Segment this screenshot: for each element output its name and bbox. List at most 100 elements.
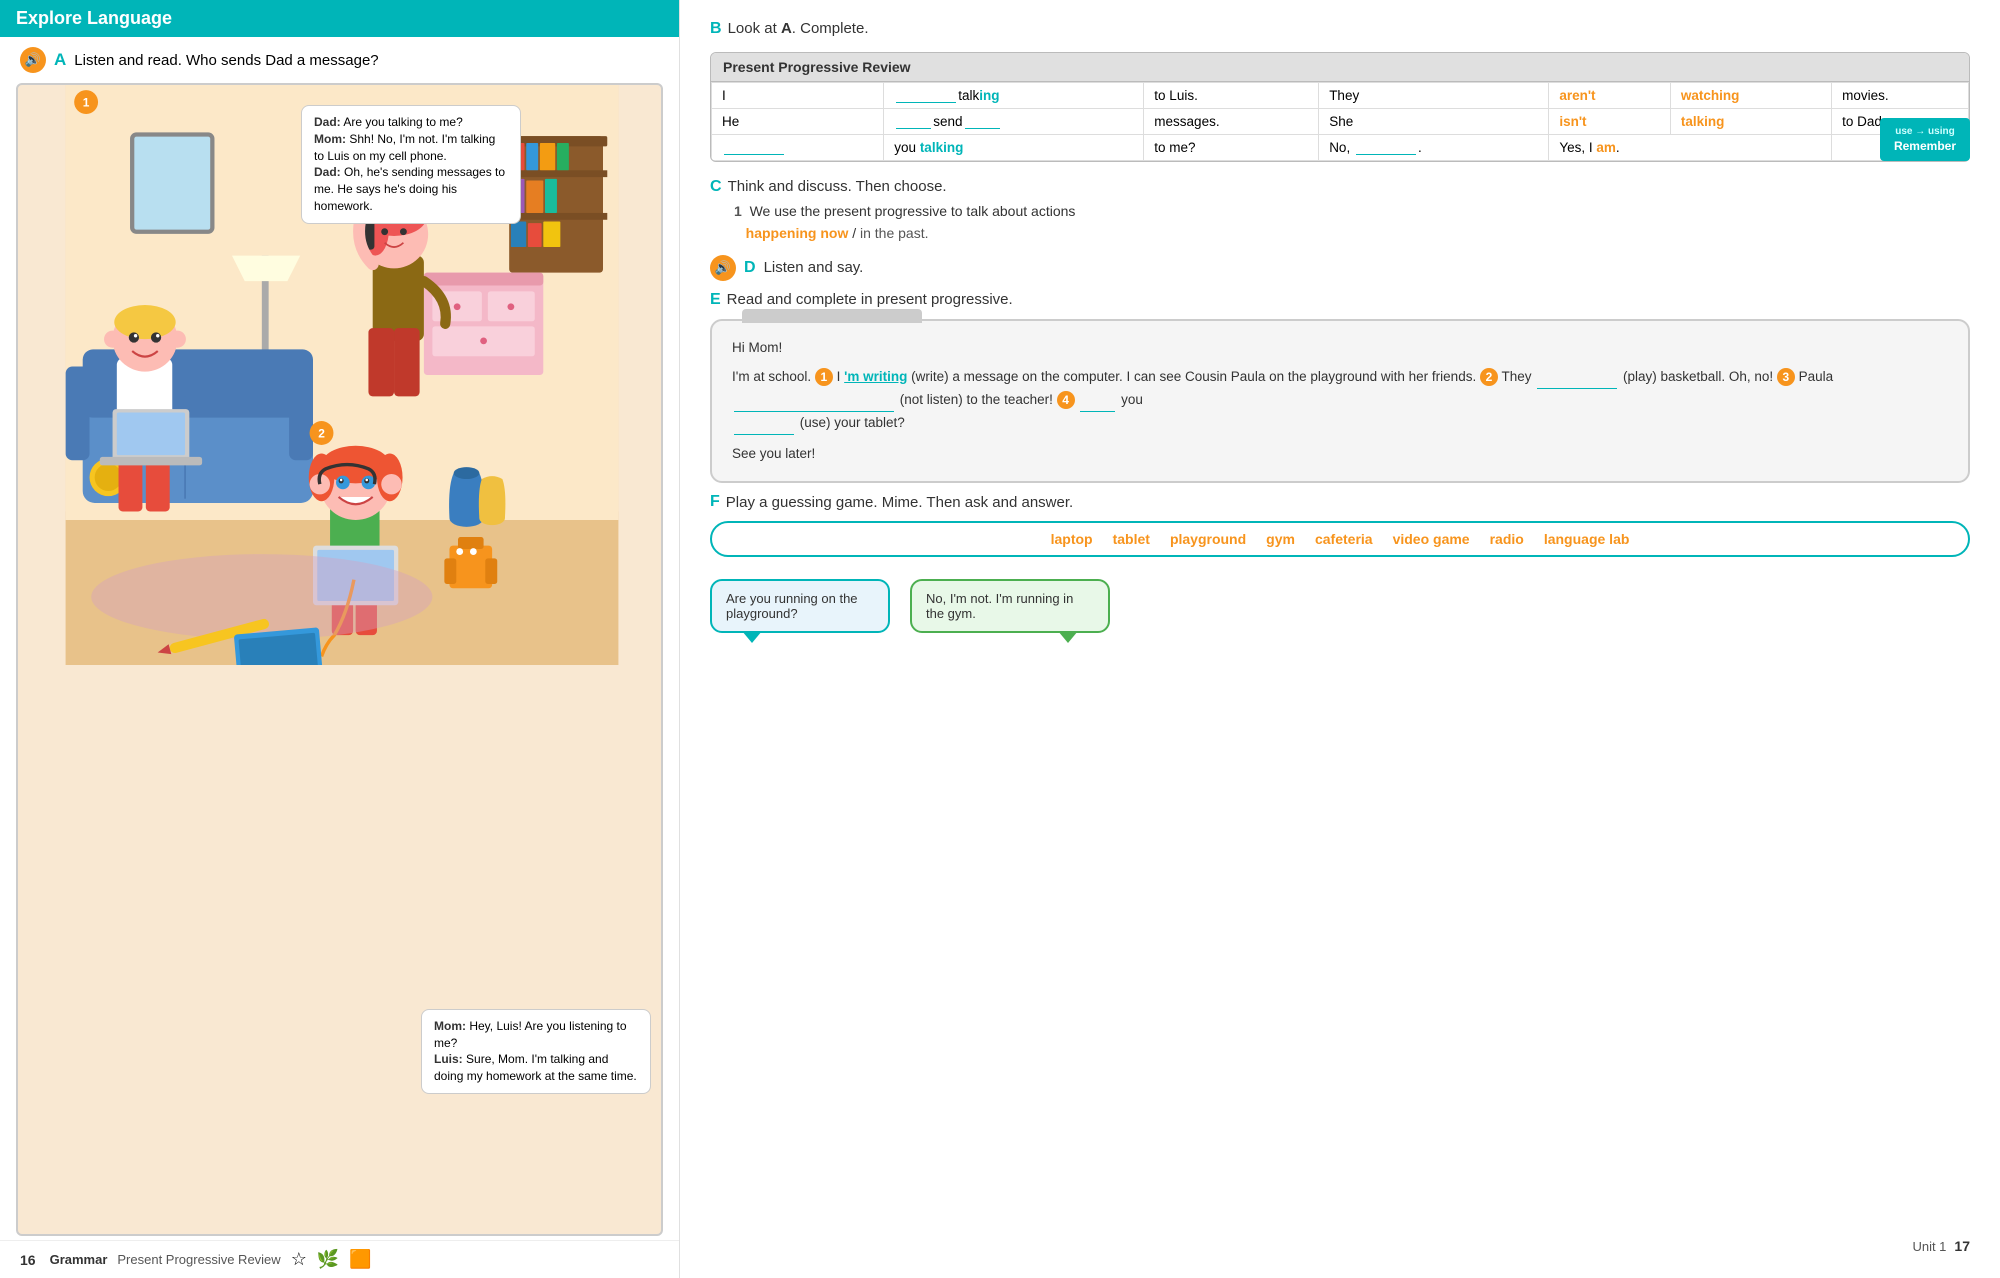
cell-r1c2: talking: [884, 83, 1144, 109]
grammar-table: Present Progressive Review I talking to …: [710, 52, 1970, 162]
dialogue-box-2: Mom: Hey, Luis! Are you listening to me?…: [421, 1009, 651, 1094]
cell-r3c2: you talking: [884, 135, 1144, 161]
write-hint: (write) a message on the computer. I can…: [911, 369, 1480, 384]
cell-r2c6: talking: [1670, 109, 1831, 135]
question-text: Are you running on the playground?: [726, 591, 858, 621]
question-bubble: Are you running on the playground?: [710, 579, 890, 633]
remember-badge: use → using Remember: [1880, 118, 1970, 161]
cell-r1c6: watching: [1670, 83, 1831, 109]
blank-play: [1537, 388, 1617, 389]
section-a-instruction: Listen and read. Who sends Dad a message…: [74, 52, 378, 69]
cell-r3c5: Yes, I am.: [1549, 135, 1832, 161]
email-box: Hi Mom! I'm at school. 1 I 'm writing (w…: [710, 319, 1970, 484]
blank-no: [1356, 154, 1416, 155]
section-a: 🔊 A Listen and read. Who sends Dad a mes…: [0, 37, 679, 79]
svg-text:1: 1: [83, 95, 90, 109]
cell-r3c4: No, .: [1319, 135, 1549, 161]
email-signoff: See you later!: [732, 443, 1948, 466]
section-b-instruction: Look at A. Complete.: [728, 20, 869, 37]
audio-icon-d[interactable]: 🔊: [710, 255, 736, 281]
blank-1: [896, 102, 956, 103]
right-page: B Look at A. Complete. Present Progressi…: [680, 0, 2000, 1278]
right-bottom-bar: Unit 1 17: [710, 1234, 1970, 1258]
word-gym: gym: [1266, 531, 1295, 547]
paula-text: Paula: [1799, 369, 1834, 384]
cell-r1c5: aren't: [1549, 83, 1671, 109]
num-badge-4: 4: [1057, 391, 1075, 409]
speech-bubbles-row: Are you running on the playground? No, I…: [710, 579, 1970, 633]
word-cafeteria: cafeteria: [1315, 531, 1373, 547]
section-c-text: We use the present progressive to talk a…: [750, 203, 1076, 219]
remember-label: Remember: [1894, 139, 1956, 153]
section-c-instruction: Think and discuss. Then choose.: [728, 178, 947, 195]
section-f-instruction: Play a guessing game. Mime. Then ask and…: [726, 494, 1073, 511]
cell-r2c4: She: [1319, 109, 1549, 135]
section-d-label: D: [744, 259, 756, 277]
section-e-instruction: Read and complete in present progressive…: [727, 291, 1013, 308]
item-1-number: 1: [734, 203, 742, 219]
section-c-header: C Think and discuss. Then choose.: [710, 178, 1970, 196]
blank-use: [734, 434, 794, 435]
email-body: I'm at school. 1 I 'm writing (write) a …: [732, 366, 1948, 435]
talking-cell: talking: [920, 140, 964, 155]
email-line1: I'm at school.: [732, 369, 815, 384]
play-hint: (play) basketball. Oh, no!: [1623, 369, 1777, 384]
dad-label-2: Dad:: [314, 165, 341, 179]
cell-r2c2: send: [884, 109, 1144, 135]
grammar-table-body: I talking to Luis. They aren't watching …: [711, 82, 1969, 161]
in-the-past-option[interactable]: in the past.: [860, 225, 929, 241]
blank-2: [896, 128, 931, 129]
word-laptop: laptop: [1051, 531, 1093, 547]
email-greeting: Hi Mom!: [732, 337, 1948, 360]
word-video-game: video game: [1393, 531, 1470, 547]
grammar-label: Grammar: [50, 1252, 108, 1267]
section-f-label: F: [710, 493, 720, 511]
section-e-header: E Read and complete in present progressi…: [710, 291, 1970, 309]
star-icon: ☆: [291, 1249, 307, 1270]
blank-3a: [724, 154, 784, 155]
section-d: 🔊 D Listen and say.: [710, 255, 1970, 281]
am-text: am: [1596, 140, 1616, 155]
main-container: Explore Language 🔊 A Listen and read. Wh…: [0, 0, 2000, 1278]
section-a-label: A: [54, 50, 66, 70]
comic-panel: >: [16, 83, 663, 1236]
dialogue-box-1: Dad: Are you talking to me? Mom: Shh! No…: [301, 105, 521, 224]
happening-now-option[interactable]: happening now: [746, 225, 849, 241]
im-writing: I: [837, 369, 841, 384]
cell-r3c3: to me?: [1144, 135, 1319, 161]
use-hint: (use) your tablet?: [800, 415, 905, 430]
cell-r3c1: [712, 135, 884, 161]
page-number-left: 16: [20, 1252, 36, 1268]
table-row: you talking to me? No, . Yes, I am.: [712, 135, 1969, 161]
word-radio: radio: [1490, 531, 1524, 547]
blank-notlisten: [734, 411, 894, 412]
mom-label-2: Mom:: [434, 1019, 466, 1033]
cell-r2c3: messages.: [1144, 109, 1319, 135]
word-bank: laptop tablet playground gym cafeteria v…: [710, 521, 1970, 557]
dad-label-1: Dad:: [314, 115, 341, 129]
audio-icon-a[interactable]: 🔊: [20, 47, 46, 73]
page-number-right: 17: [1954, 1238, 1970, 1254]
they-text: They: [1501, 369, 1535, 384]
blank-send: [965, 128, 1000, 129]
section-b-header: B Look at A. Complete.: [710, 20, 1970, 38]
section-c-content: 1 We use the present progressive to talk…: [710, 200, 1970, 245]
unit-label: Unit 1: [1912, 1239, 1946, 1254]
cell-r1c4: They: [1319, 83, 1549, 109]
writing-underline: 'm writing: [844, 369, 907, 384]
cell-r2c1: He: [712, 109, 884, 135]
left-page: Explore Language 🔊 A Listen and read. Wh…: [0, 0, 680, 1278]
num-badge-2: 2: [1480, 368, 1498, 386]
section-f-header: F Play a guessing game. Mime. Then ask a…: [710, 493, 1970, 511]
section-c-label: C: [710, 178, 722, 196]
word-playground: playground: [1170, 531, 1246, 547]
section-b-label: B: [710, 20, 722, 38]
answer-bubble: No, I'm not. I'm running in the gym.: [910, 579, 1110, 633]
puzzle-icon: 🟧: [349, 1249, 371, 1270]
not-listen-hint: (not listen) to the teacher!: [900, 392, 1057, 407]
section-d-instruction: Listen and say.: [764, 259, 864, 276]
header-title: Explore Language: [16, 8, 172, 28]
slash-separator: /: [852, 225, 860, 241]
leaf-icon: 🌿: [317, 1249, 339, 1270]
section-c-area: use → using Remember C Think and discuss…: [710, 178, 1970, 245]
